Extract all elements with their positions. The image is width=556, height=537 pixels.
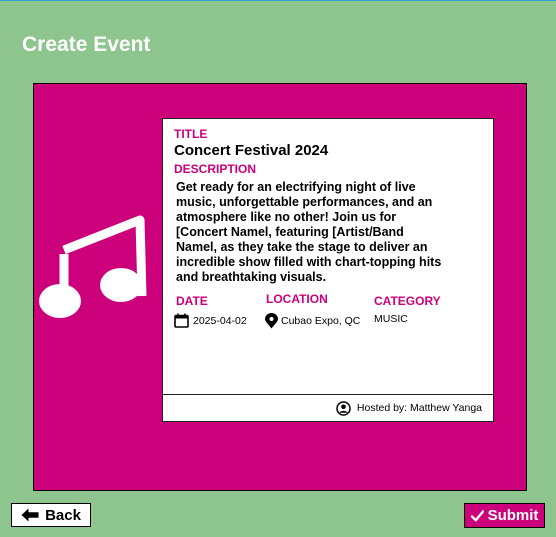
back-button-label: Back [45,506,81,524]
event-host: Hosted by: Matthew Yanga [356,402,482,414]
page-title: Create Event [22,33,151,56]
submit-button[interactable]: Submit [464,503,545,528]
title-label: TITLE [174,127,208,141]
date-label: DATE [176,294,208,308]
window-top-border [0,0,556,1]
event-category: MUSIC [374,313,408,325]
event-title: Concert Festival 2024 [174,142,329,159]
calendar-icon [174,313,189,328]
check-icon [470,509,484,521]
event-location-value: Cubao Expo, QC [281,315,361,327]
event-location: Cubao Expo, QC [264,313,360,329]
event-host-footer: Hosted by: Matthew Yanga [163,394,493,421]
back-button[interactable]: Back [11,503,91,527]
description-label: DESCRIPTION [174,162,257,176]
user-circle-icon [336,400,351,416]
arrow-left-icon [21,508,39,522]
event-date: 2025-04-02 [174,313,247,328]
map-pin-icon [265,313,278,329]
event-description: Get ready for an electrifying night of l… [176,180,442,284]
event-category-value: MUSIC [374,313,408,325]
event-preview-panel: TITLE Concert Festival 2024 DESCRIPTION … [33,83,527,491]
event-date-value: 2025-04-02 [193,314,247,327]
event-details-card: TITLE Concert Festival 2024 DESCRIPTION … [162,118,494,422]
location-label: LOCATION [266,292,328,306]
music-note-icon [39,215,147,318]
submit-button-label: Submit [487,507,539,524]
category-label: CATEGORY [374,294,441,308]
